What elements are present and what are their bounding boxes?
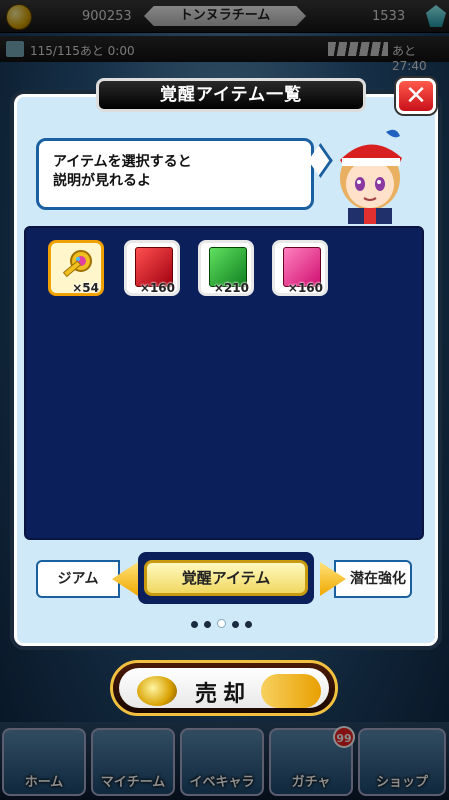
item-count: ×160	[139, 281, 175, 295]
item-count: ×210	[213, 281, 249, 295]
guide-character-avatar	[340, 129, 402, 224]
tab-current-frame: 覚醒アイテム	[138, 552, 314, 604]
page-dot	[245, 621, 252, 628]
item-slot[interactable]: ×160	[272, 240, 328, 296]
rainbow-key-icon	[62, 250, 92, 278]
hint-bubble: アイテムを選択すると 説明が見れるよ	[36, 138, 314, 210]
page-indicator	[188, 613, 268, 628]
page-dot	[191, 621, 198, 628]
sell-gold-accent	[261, 674, 321, 708]
item-count: ×160	[287, 281, 323, 295]
close-button[interactable]: ✕	[396, 78, 436, 114]
coins-icon	[137, 676, 177, 706]
page-dot	[232, 621, 239, 628]
item-slot[interactable]: ×210	[198, 240, 254, 296]
sell-button[interactable]: 売却	[110, 660, 338, 716]
item-count: ×54	[72, 281, 99, 295]
hint-text: アイテムを選択すると 説明が見れるよ	[53, 154, 192, 189]
page-dot	[204, 621, 211, 628]
sell-label: 売却	[195, 682, 252, 707]
page-dot-active	[217, 619, 226, 628]
item-grid: ×54 ×160 ×210 ×160	[24, 226, 424, 540]
close-icon: ✕	[405, 81, 427, 111]
tab-current[interactable]: 覚醒アイテム	[144, 560, 308, 596]
item-slot[interactable]: ×160	[124, 240, 180, 296]
dialog-title: 覚醒アイテム一覧	[96, 78, 366, 112]
item-slot[interactable]: ×54	[48, 240, 104, 296]
tab-prev[interactable]: ジアム	[36, 560, 120, 598]
category-tabs: ジアム 潜在強化 覚醒アイテム	[36, 552, 412, 604]
sell-button-face: 売却	[119, 668, 329, 708]
